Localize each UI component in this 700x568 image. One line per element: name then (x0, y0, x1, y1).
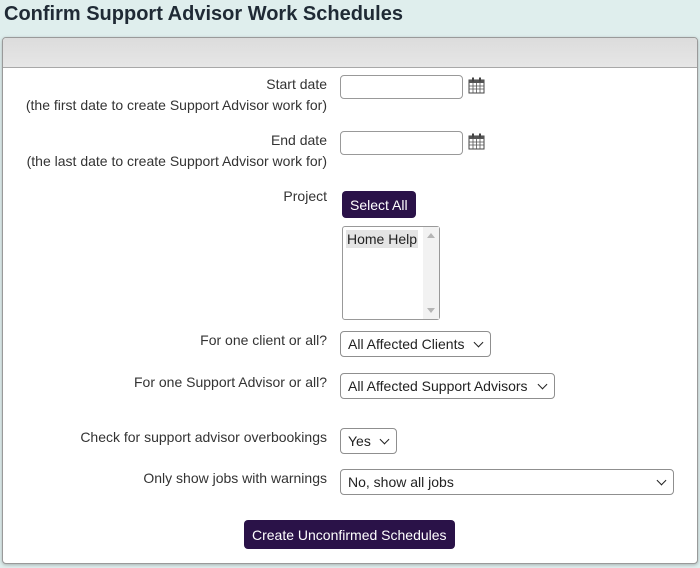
overbookings-select-value: Yes (348, 433, 371, 449)
select-all-button[interactable]: Select All (342, 191, 416, 218)
project-option-home-help[interactable]: Home Help (346, 230, 419, 248)
end-date-label: End date (270, 132, 327, 148)
chevron-down-icon (537, 379, 548, 390)
client-select-value: All Affected Clients (348, 336, 465, 352)
end-date-input[interactable] (340, 131, 463, 155)
listbox-scrollbar[interactable] (423, 227, 439, 319)
start-date-hint: (the first date to create Support Adviso… (25, 97, 327, 113)
overbookings-label: Check for support advisor overbookings (80, 429, 327, 445)
project-listbox[interactable]: Home Help (342, 226, 440, 320)
advisor-label: For one Support Advisor or all? (134, 374, 327, 390)
advisor-select-value: All Affected Support Advisors (348, 378, 528, 394)
start-date-label: Start date (266, 76, 327, 92)
calendar-icon[interactable] (468, 77, 485, 94)
panel-header (3, 38, 697, 68)
calendar-icon[interactable] (468, 133, 485, 150)
create-unconfirmed-schedules-button[interactable]: Create Unconfirmed Schedules (244, 520, 455, 549)
scroll-up-icon[interactable] (427, 233, 435, 238)
warnings-select-value: No, show all jobs (348, 474, 454, 490)
chevron-down-icon (656, 475, 667, 486)
warnings-select[interactable]: No, show all jobs (340, 469, 674, 495)
advisor-select[interactable]: All Affected Support Advisors (340, 373, 555, 399)
chevron-down-icon (379, 434, 390, 445)
start-date-input[interactable] (340, 75, 463, 99)
scroll-down-icon[interactable] (427, 308, 435, 313)
overbookings-select[interactable]: Yes (340, 428, 397, 454)
page-title: Confirm Support Advisor Work Schedules (4, 3, 403, 25)
client-select[interactable]: All Affected Clients (340, 331, 491, 357)
project-label: Project (283, 188, 327, 204)
form-panel: Start date (the first date to create Sup… (2, 37, 698, 564)
end-date-hint: (the last date to create Support Advisor… (26, 153, 327, 169)
client-label: For one client or all? (200, 332, 327, 348)
chevron-down-icon (473, 337, 484, 348)
warnings-label: Only show jobs with warnings (143, 470, 327, 486)
